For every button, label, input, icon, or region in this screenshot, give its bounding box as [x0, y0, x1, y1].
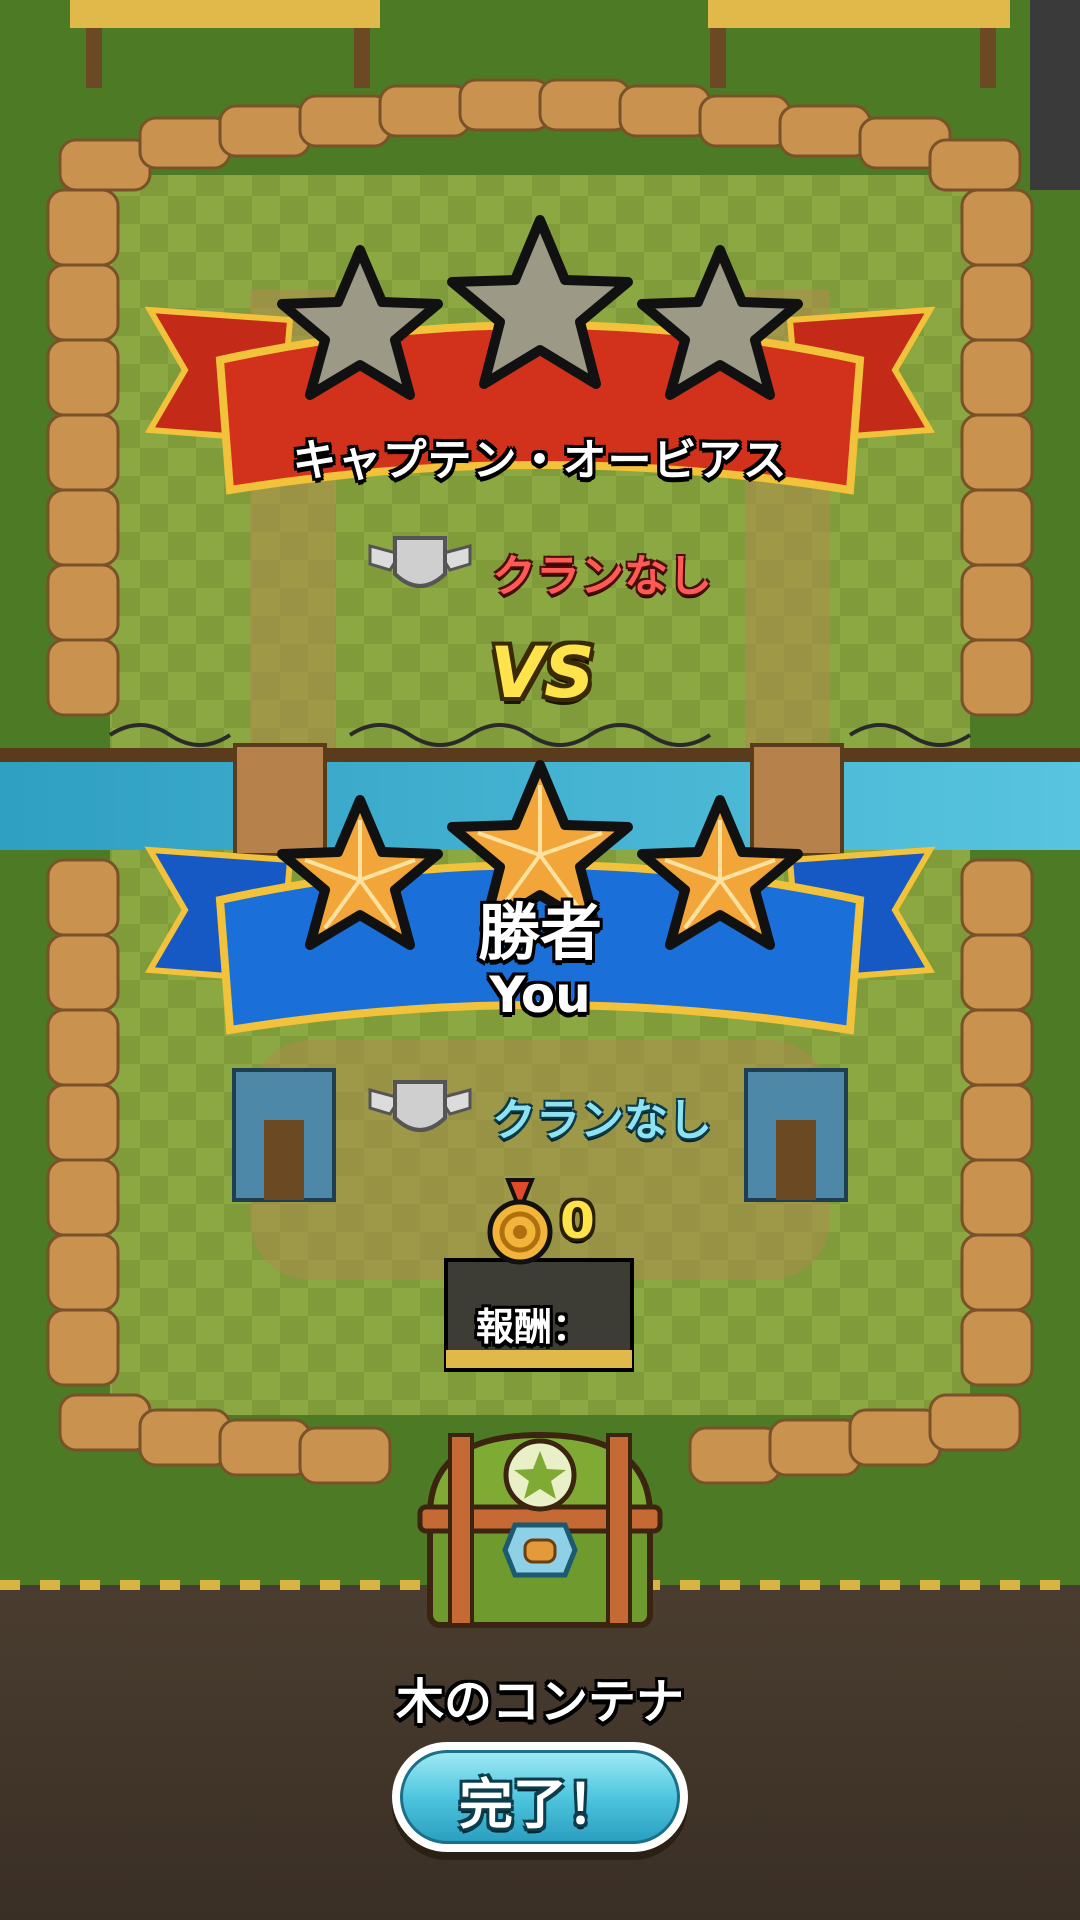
done-button-label[interactable]: 完了！: [392, 1760, 688, 1839]
empty-star-icon: [277, 245, 443, 400]
reward-medal-count: 0: [560, 1192, 595, 1250]
opponent-clan: クランなし: [492, 551, 712, 602]
battle-result-screen: キャプテン・オービアス クランなし VS 勝者 You クランなし 0 報酬： …: [0, 0, 1080, 1920]
done-button[interactable]: 完了！: [392, 1742, 688, 1852]
wooden-chest-icon: [417, 1431, 663, 1628]
reward-label: 報酬：: [476, 1305, 591, 1349]
player-clan: クランなし: [492, 1095, 712, 1146]
medal-icon: [487, 1178, 553, 1265]
clan-badge-icon: [368, 1080, 472, 1132]
opponent-stars: [277, 215, 803, 400]
player-name: You: [489, 966, 591, 1024]
empty-star-icon: [637, 245, 803, 400]
result-label: 勝者: [477, 896, 602, 969]
vs-label: VS: [490, 632, 595, 714]
container-name: 木のコンテナ: [395, 1674, 684, 1730]
opponent-name: キャプテン・オービアス: [292, 435, 788, 486]
clan-badge-icon: [368, 536, 472, 588]
empty-star-icon: [447, 215, 633, 389]
